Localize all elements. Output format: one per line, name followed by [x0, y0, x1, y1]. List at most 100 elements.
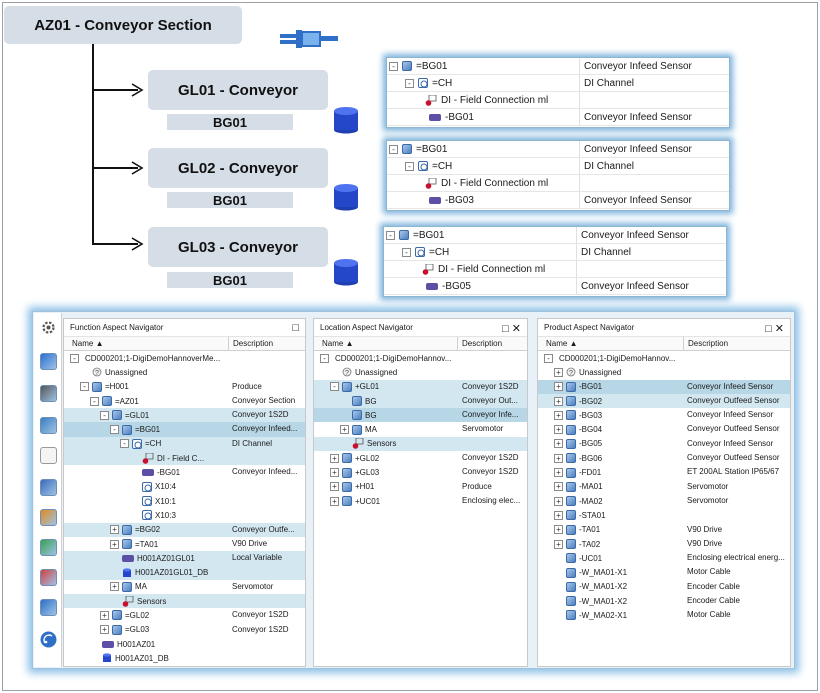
- expand-toggle[interactable]: +: [554, 468, 563, 478]
- wireless-icon[interactable]: [40, 631, 57, 648]
- tree-row[interactable]: -W_MA01-X2 Encoder Cable: [538, 580, 790, 594]
- tree-row[interactable]: - =CH DI Channel: [387, 75, 729, 92]
- expand-toggle[interactable]: +: [330, 496, 339, 506]
- tree-row[interactable]: H001AZ01: [64, 637, 305, 651]
- tree-row[interactable]: - =CH DI Channel: [387, 158, 729, 175]
- tree-row[interactable]: - =CH DI Channel: [64, 436, 305, 452]
- column-name[interactable]: Name ▲: [314, 337, 458, 350]
- tree-row[interactable]: DI - Field Connection ml: [384, 261, 726, 278]
- tree-row[interactable]: + =GL03 Conveyor 1S2D: [64, 623, 305, 637]
- expand-toggle[interactable]: +: [100, 625, 109, 635]
- expand-toggle[interactable]: -: [120, 439, 129, 449]
- expand-toggle[interactable]: +: [554, 525, 563, 535]
- expand-toggle[interactable]: -: [110, 425, 119, 435]
- tree-row[interactable]: - CD000201;1-DigiDemoHannov...: [538, 351, 790, 365]
- tools-icon[interactable]: [40, 599, 57, 616]
- tree-row[interactable]: + -BG01 Conveyor Infeed Sensor: [538, 379, 790, 394]
- tree-row[interactable]: X10:1: [64, 494, 305, 508]
- tree-icon[interactable]: [40, 509, 57, 526]
- tree-row[interactable]: - CD000201;1-DigiDemoHannov...: [314, 351, 527, 365]
- tree-row[interactable]: + =TA01 V90 Drive: [64, 537, 305, 551]
- tree-row[interactable]: + -STA01: [538, 508, 790, 522]
- wrench-icon[interactable]: [40, 385, 57, 402]
- tree-row[interactable]: DI - Field Connection ml: [387, 92, 729, 109]
- device-icon[interactable]: [40, 417, 57, 434]
- expand-toggle[interactable]: +: [554, 453, 563, 463]
- expand-toggle[interactable]: +: [330, 453, 339, 463]
- tree-row[interactable]: + -MA01 Servomotor: [538, 480, 790, 494]
- tree-row[interactable]: + -BG06 Conveyor Outfeed Sensor: [538, 451, 790, 465]
- expand-toggle[interactable]: -: [80, 382, 89, 392]
- tree-row[interactable]: + -TA01 V90 Drive: [538, 523, 790, 537]
- expand-toggle[interactable]: +: [110, 539, 119, 549]
- column-name[interactable]: Name ▲: [538, 337, 684, 350]
- expand-toggle[interactable]: +: [554, 425, 563, 435]
- hierarchy-icon[interactable]: [40, 539, 57, 556]
- tree-row[interactable]: + +GL02 Conveyor 1S2D: [314, 451, 527, 465]
- tree-row[interactable]: -BG03 Conveyor Infeed Sensor: [387, 192, 729, 209]
- expand-toggle[interactable]: -: [389, 144, 398, 154]
- network-icon[interactable]: [40, 353, 57, 370]
- tree-row[interactable]: - =GL01 Conveyor 1S2D: [64, 408, 305, 423]
- tree-row[interactable]: + MA Servomotor: [314, 422, 527, 436]
- expand-toggle[interactable]: -: [405, 161, 414, 171]
- expand-toggle[interactable]: -: [386, 230, 395, 240]
- column-name[interactable]: Name ▲: [64, 337, 229, 350]
- expand-toggle[interactable]: +: [554, 410, 563, 420]
- tree-row[interactable]: + -MA02 Servomotor: [538, 494, 790, 508]
- tree-row[interactable]: +? Unassigned: [538, 365, 790, 379]
- tree-row[interactable]: ? Unassigned: [64, 365, 305, 379]
- tree-row[interactable]: DI - Field C...: [64, 451, 305, 466]
- expand-toggle[interactable]: +: [110, 582, 119, 592]
- expand-toggle[interactable]: -: [70, 353, 79, 363]
- expand-toggle[interactable]: -: [100, 410, 109, 420]
- expand-toggle[interactable]: +: [554, 396, 563, 406]
- tree-row[interactable]: X10:4: [64, 480, 305, 494]
- tree-row[interactable]: - =CH DI Channel: [384, 244, 726, 261]
- library-icon[interactable]: [40, 569, 57, 586]
- tree-row[interactable]: - +GL01 Conveyor 1S2D: [314, 379, 527, 394]
- tree-row[interactable]: + MA Servomotor: [64, 580, 305, 594]
- tree-row[interactable]: H001AZ01GL01_DB: [64, 565, 305, 580]
- expand-toggle[interactable]: -: [544, 353, 553, 363]
- tree-row[interactable]: -W_MA01-X2 Encoder Cable: [538, 594, 790, 608]
- column-description[interactable]: Description: [229, 337, 273, 350]
- tree-row[interactable]: + +UC01 Enclosing elec...: [314, 494, 527, 508]
- tree-row[interactable]: - =BG01 Conveyor Infeed Sensor: [387, 58, 729, 75]
- tree-row[interactable]: + -FD01 ET 200AL Station IP65/67: [538, 465, 790, 479]
- tree-row[interactable]: -W_MA02-X1 Motor Cable: [538, 608, 790, 622]
- window-buttons[interactable]: □ ✕: [765, 322, 784, 335]
- tree-row[interactable]: - =BG01 Conveyor Infeed Sensor: [384, 227, 726, 244]
- tree-row[interactable]: -W_MA01-X1 Motor Cable: [538, 565, 790, 579]
- expand-toggle[interactable]: +: [554, 496, 563, 506]
- tree-row[interactable]: H001AZ01_DB: [64, 651, 305, 665]
- blank-icon[interactable]: [40, 447, 57, 464]
- column-description[interactable]: Description: [684, 337, 728, 350]
- tree-row[interactable]: Sensors: [64, 594, 305, 609]
- maximize-icon[interactable]: □: [292, 322, 299, 334]
- tree-row[interactable]: - =BG01 Conveyor Infeed Sensor: [387, 141, 729, 158]
- tree-row[interactable]: + -BG05 Conveyor Infeed Sensor: [538, 437, 790, 451]
- tree-row[interactable]: X10:3: [64, 508, 305, 522]
- tree-row[interactable]: Sensors: [314, 436, 527, 452]
- expand-toggle[interactable]: -: [320, 353, 329, 363]
- expand-toggle[interactable]: +: [554, 482, 563, 492]
- tree-row[interactable]: DI - Field Connection ml: [387, 175, 729, 192]
- expand-toggle[interactable]: +: [554, 367, 563, 377]
- window-buttons[interactable]: □ ✕: [502, 322, 521, 335]
- expand-toggle[interactable]: -: [402, 247, 411, 257]
- column-description[interactable]: Description: [458, 337, 502, 350]
- tree-row[interactable]: - =AZ01 Conveyor Section: [64, 394, 305, 408]
- tree-row[interactable]: + -BG03 Conveyor Infeed Sensor: [538, 408, 790, 422]
- expand-toggle[interactable]: +: [554, 539, 563, 549]
- tree-row[interactable]: - =H001 Produce: [64, 380, 305, 394]
- tree-row[interactable]: -BG01 Conveyor Infeed...: [64, 465, 305, 479]
- expand-toggle[interactable]: -: [90, 396, 99, 406]
- tree-row[interactable]: -UC01 Enclosing electrical energ...: [538, 551, 790, 565]
- expand-toggle[interactable]: -: [405, 78, 414, 88]
- expand-toggle[interactable]: +: [330, 482, 339, 492]
- gear-icon[interactable]: [40, 319, 57, 336]
- tree-row[interactable]: ? Unassigned: [314, 365, 527, 379]
- tree-row[interactable]: - CD000201;1-DigiDemoHannoverMe...: [64, 351, 305, 365]
- tree-row[interactable]: + -TA02 V90 Drive: [538, 537, 790, 551]
